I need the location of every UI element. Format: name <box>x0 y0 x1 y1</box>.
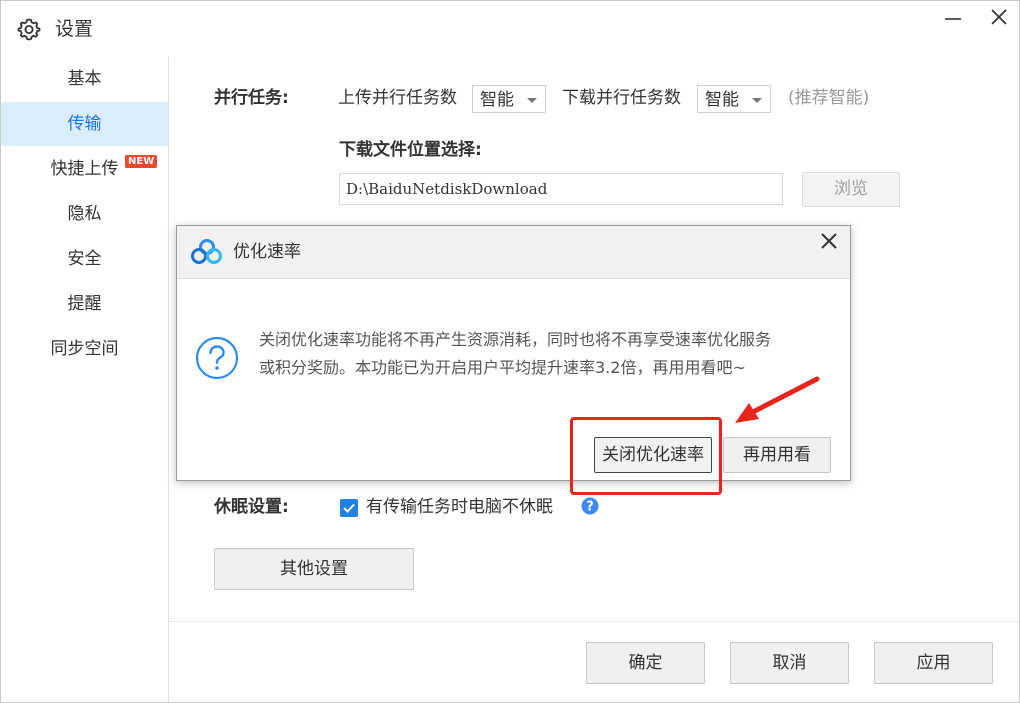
sleep-settings-label: 休眠设置: <box>214 497 289 517</box>
sidebar-item-transfer[interactable]: 传输 <box>1 102 168 146</box>
apply-button[interactable]: 应用 <box>874 642 993 684</box>
gear-icon <box>17 18 41 41</box>
sidebar-item-label: 提醒 <box>67 294 102 314</box>
upload-parallel-label: 上传并行任务数 <box>338 88 457 108</box>
sidebar-item-label: 传输 <box>67 114 102 134</box>
optimize-speed-dialog: 优化速率 关闭优化速率功能将不再产生资源消耗，同时也将不再享受速率优化服务 或积… <box>176 225 851 481</box>
window-title: 设置 <box>55 18 94 40</box>
prevent-sleep-label: 有传输任务时电脑不休眠 <box>366 497 553 517</box>
download-location-label: 下载文件位置选择: <box>339 140 482 160</box>
settings-sidebar: 基本 传输 快捷上传 NEW 隐私 安全 提醒 同步空间 <box>1 57 169 702</box>
recommend-hint: (推荐智能) <box>788 88 870 108</box>
download-path-input[interactable]: D:\BaiduNetdiskDownload <box>339 173 783 205</box>
parallel-tasks-label: 并行任务: <box>214 88 289 108</box>
sidebar-item-basic[interactable]: 基本 <box>1 57 168 101</box>
help-icon[interactable]: ? <box>581 497 599 515</box>
download-parallel-label: 下载并行任务数 <box>562 88 681 108</box>
chevron-down-icon <box>752 98 762 103</box>
other-settings-button[interactable]: 其他设置 <box>214 548 414 590</box>
sidebar-item-label: 快捷上传 <box>50 159 119 179</box>
sidebar-item-privacy[interactable]: 隐私 <box>1 192 168 236</box>
sidebar-item-sync-space[interactable]: 同步空间 <box>1 327 168 371</box>
sidebar-item-label: 基本 <box>67 69 102 89</box>
sidebar-item-label: 同步空间 <box>50 339 119 359</box>
new-badge: NEW <box>125 155 158 168</box>
svg-text:?: ? <box>586 500 594 515</box>
prevent-sleep-checkbox[interactable] <box>340 499 358 517</box>
sidebar-item-reminder[interactable]: 提醒 <box>1 282 168 326</box>
upload-parallel-select[interactable]: 智能 <box>472 85 546 113</box>
ok-button[interactable]: 确定 <box>586 642 705 684</box>
dialog-close-button[interactable] <box>816 228 842 254</box>
dialog-title-bar: 优化速率 <box>177 226 850 279</box>
browse-button[interactable]: 浏览 <box>802 172 900 207</box>
minimize-button[interactable] <box>937 7 967 29</box>
check-icon <box>343 503 355 513</box>
title-bar: 设置 <box>1 1 1019 57</box>
settings-window: 设置 基本 传输 快捷上传 NEW 隐私 安全 提醒 同步空间 并行任务: 上传… <box>0 0 1020 703</box>
baidu-netdisk-logo-icon <box>191 239 222 264</box>
dialog-title: 优化速率 <box>233 242 301 262</box>
sidebar-item-label: 安全 <box>67 249 102 269</box>
sidebar-item-quick-upload[interactable]: 快捷上传 NEW <box>1 147 168 191</box>
cancel-button[interactable]: 取消 <box>730 642 849 684</box>
close-window-button[interactable] <box>983 7 1013 29</box>
sidebar-item-security[interactable]: 安全 <box>1 237 168 281</box>
download-parallel-select[interactable]: 智能 <box>697 85 771 113</box>
keep-using-button[interactable]: 再用用看 <box>723 437 831 473</box>
sidebar-item-label: 隐私 <box>67 204 102 224</box>
upload-parallel-value: 智能 <box>480 90 514 110</box>
dialog-message-line: 关闭优化速率功能将不再产生资源消耗，同时也将不再享受速率优化服务 <box>259 330 772 349</box>
annotation-arrow-icon <box>735 376 820 423</box>
highlight-annotation-box <box>570 417 722 495</box>
question-icon <box>195 336 239 380</box>
footer-divider <box>169 621 1019 622</box>
download-parallel-value: 智能 <box>705 90 739 110</box>
chevron-down-icon <box>527 98 537 103</box>
